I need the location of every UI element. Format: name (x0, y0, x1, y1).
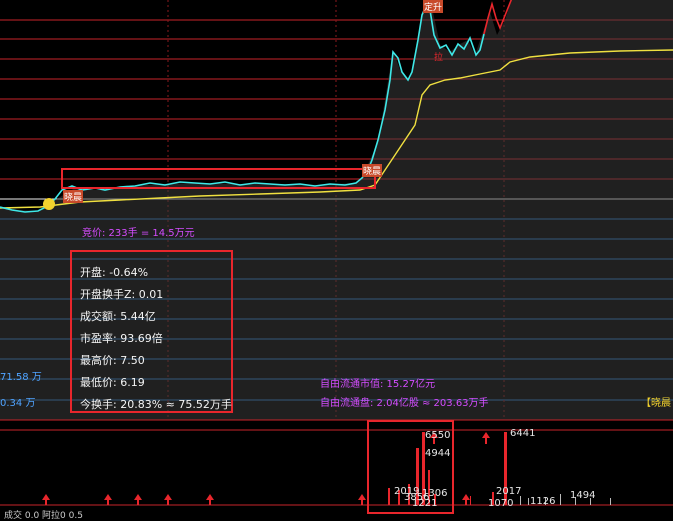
marker-3: 定升 (423, 0, 444, 13)
left-label-b: 0.34 万 (0, 398, 36, 409)
left-label-a: 71.58 万 (0, 372, 42, 383)
vol-label-4944: 4944 (425, 448, 451, 459)
stat-low: 最低价: 6.19 (80, 376, 145, 389)
corner-tag[interactable]: 【晓晨 (641, 394, 671, 409)
bottom-row: 成交 0.0 阿拉0 0.5 (4, 511, 83, 521)
stat-pe: 市盈率: 93.69倍 (80, 332, 163, 345)
float-shares: 自由流通盘: 2.04亿股 ≈ 203.63万手 (320, 398, 489, 409)
marker-1: 晓晨 (63, 190, 84, 203)
smiley-icon (43, 198, 55, 210)
vol-label-6441: 6441 (510, 428, 536, 439)
marker-4: 拉 (434, 53, 444, 63)
stat-amount: 成交额: 5.44亿 (80, 310, 156, 323)
vol-label-1494: 1494 (570, 490, 596, 501)
vol-label-1221: 1221 (412, 498, 438, 509)
vol-label-1070: 1070 (488, 498, 514, 509)
stat-open-turnover: 开盘换手Z: 0.01 (80, 288, 164, 301)
vol-label-6550: 6550 (425, 430, 451, 441)
intraday-chart[interactable]: 晓晨 晓晨 定升 拉 竞价: 233手 = 14.5万元 开盘: -0.64% … (0, 0, 673, 521)
marker-2: 晓晨 (362, 164, 383, 177)
vol-label-1126: 1126 (530, 496, 556, 507)
stat-open: 开盘: -0.64% (80, 266, 149, 279)
vol-label-2017: 2017 (496, 486, 522, 497)
stat-turnover: 今换手: 20.83% ≈ 75.52万手 (80, 398, 232, 411)
auction-label: 竞价: 233手 = 14.5万元 (82, 228, 195, 239)
stat-high: 最高价: 7.50 (80, 354, 145, 367)
float-cap: 自由流通市值: 15.27亿元 (320, 379, 436, 390)
